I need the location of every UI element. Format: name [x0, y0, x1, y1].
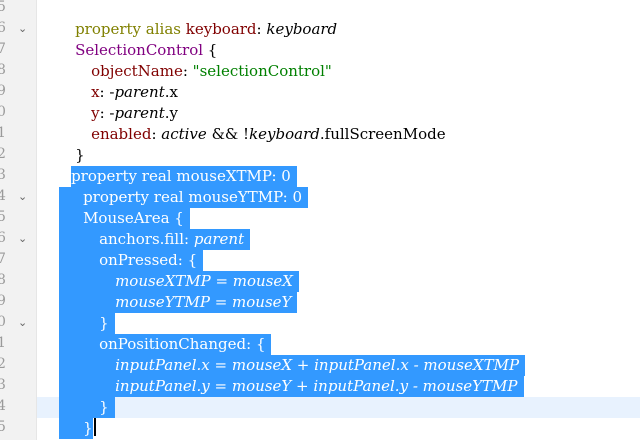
- gutter-row: 6 ⌄: [0, 229, 36, 250]
- chevron-down-icon[interactable]: ⌄: [18, 22, 27, 35]
- code-line-selected[interactable]: onPressed: {: [36, 229, 204, 271]
- code-editor[interactable]: 5 6 ⌄ 7 8 9 0 1 2 3 4 ⌄ 5 6 ⌄ 7 8 9 0 ⌄ 1 2 …: [0, 0, 640, 440]
- chevron-down-icon[interactable]: ⌄: [18, 316, 27, 329]
- line-number-gutter: 5 6 ⌄ 7 8 9 0 1 2 3 4 ⌄ 5 6 ⌄ 7 8 9 0 ⌄ 1 2 …: [0, 0, 37, 440]
- gutter-row: 1: [0, 334, 36, 355]
- code-token: :: [151, 125, 162, 143]
- line-number: 7: [0, 41, 6, 57]
- line-number: 0: [0, 314, 6, 330]
- line-number: 6: [0, 230, 6, 246]
- code-line[interactable]: y: -parent.y: [36, 82, 178, 122]
- line-number: 0: [0, 104, 6, 120]
- code-line-selected[interactable]: mouseYTMP = mouseY: [36, 271, 298, 313]
- gutter-row: 9: [0, 82, 36, 103]
- line-number: 4: [0, 398, 6, 414]
- code-token: inputPanel.y = mouseY + inputPanel.y - m…: [115, 377, 518, 395]
- gutter-row: 8: [0, 61, 36, 82]
- code-token: .fullScreenMode: [319, 125, 446, 143]
- gutter-row: 1: [0, 124, 36, 145]
- gutter-row: 9: [0, 292, 36, 313]
- code-token: enabled: [91, 125, 152, 143]
- line-number: 9: [0, 83, 6, 99]
- chevron-down-icon[interactable]: ⌄: [18, 232, 27, 245]
- code-token: keyboard: [266, 20, 338, 38]
- line-number: 5: [0, 419, 6, 435]
- selected-text: inputPanel.y = mouseY + inputPanel.y - m…: [59, 376, 524, 397]
- gutter-row: 2: [0, 145, 36, 166]
- line-number: 7: [0, 251, 6, 267]
- line-number: 3: [0, 167, 6, 183]
- code-line[interactable]: objectName: "selectionControl": [36, 40, 332, 80]
- line-number: 4: [0, 188, 6, 204]
- gutter-row: 2: [0, 355, 36, 376]
- line-number: 6: [0, 20, 6, 36]
- code-line-selected[interactable]: anchors.fill: parent: [36, 208, 251, 250]
- text-cursor: [93, 418, 96, 436]
- code-line[interactable]: property alias keyboard: keyboard: [36, 0, 337, 38]
- gutter-row: 3: [0, 376, 36, 397]
- code-token: :: [182, 62, 193, 80]
- code-token: && !: [206, 125, 250, 143]
- code-line-selected[interactable]: mouseXTMP = mouseX: [36, 250, 299, 292]
- code-line[interactable]: SelectionControl {: [36, 19, 217, 59]
- line-number: 5: [0, 209, 6, 225]
- line-number: 8: [0, 272, 6, 288]
- line-number: 5: [0, 0, 6, 15]
- line-number: 1: [0, 125, 6, 141]
- code-token: "selectionControl": [192, 62, 332, 80]
- gutter-row: 6 ⌄: [0, 19, 36, 40]
- code-token: :: [256, 20, 267, 38]
- gutter-row: 5: [0, 208, 36, 229]
- code-line-selected[interactable]: onPositionChanged: {: [36, 313, 272, 355]
- gutter-row: 4 ⌄: [0, 187, 36, 208]
- line-number: 1: [0, 335, 6, 351]
- line-number: 2: [0, 146, 6, 162]
- code-token: active: [161, 125, 207, 143]
- gutter-row: 7: [0, 40, 36, 61]
- code-line[interactable]: }: [36, 124, 85, 164]
- gutter-row: 5: [0, 0, 36, 19]
- code-line[interactable]: x: -parent.x: [36, 61, 178, 101]
- line-number: 9: [0, 293, 6, 309]
- code-line-selected[interactable]: inputPanel.x = mouseX + inputPanel.x - m…: [36, 334, 526, 376]
- code-line-selected[interactable]: property real mouseXTMP: 0: [36, 145, 297, 187]
- code-line-selected[interactable]: }: [36, 376, 115, 418]
- code-token: }: [83, 419, 93, 437]
- selected-text: }: [59, 418, 93, 439]
- current-line-highlight: [37, 397, 640, 418]
- line-number: 3: [0, 377, 6, 393]
- gutter-row: 0: [0, 103, 36, 124]
- line-number: 8: [0, 62, 6, 78]
- gutter-row: 8: [0, 271, 36, 292]
- code-token: keyboard: [249, 125, 320, 143]
- line-number: 2: [0, 356, 6, 372]
- chevron-down-icon[interactable]: ⌄: [18, 190, 27, 203]
- code-line-selected[interactable]: MouseArea {: [36, 187, 190, 229]
- code-line-selected[interactable]: inputPanel.y = mouseY + inputPanel.y - m…: [36, 355, 524, 397]
- gutter-row: 0 ⌄: [0, 313, 36, 334]
- gutter-row: 5: [0, 418, 36, 439]
- code-line-current[interactable]: }: [36, 397, 96, 439]
- code-line-selected[interactable]: }: [36, 292, 115, 334]
- gutter-row: 7: [0, 250, 36, 271]
- gutter-row: 4: [0, 397, 36, 418]
- gutter-row: 3: [0, 166, 36, 187]
- code-line-selected[interactable]: property real mouseYTMP: 0: [36, 166, 309, 208]
- code-line[interactable]: enabled: active && !keyboard.fullScreenM…: [36, 103, 446, 143]
